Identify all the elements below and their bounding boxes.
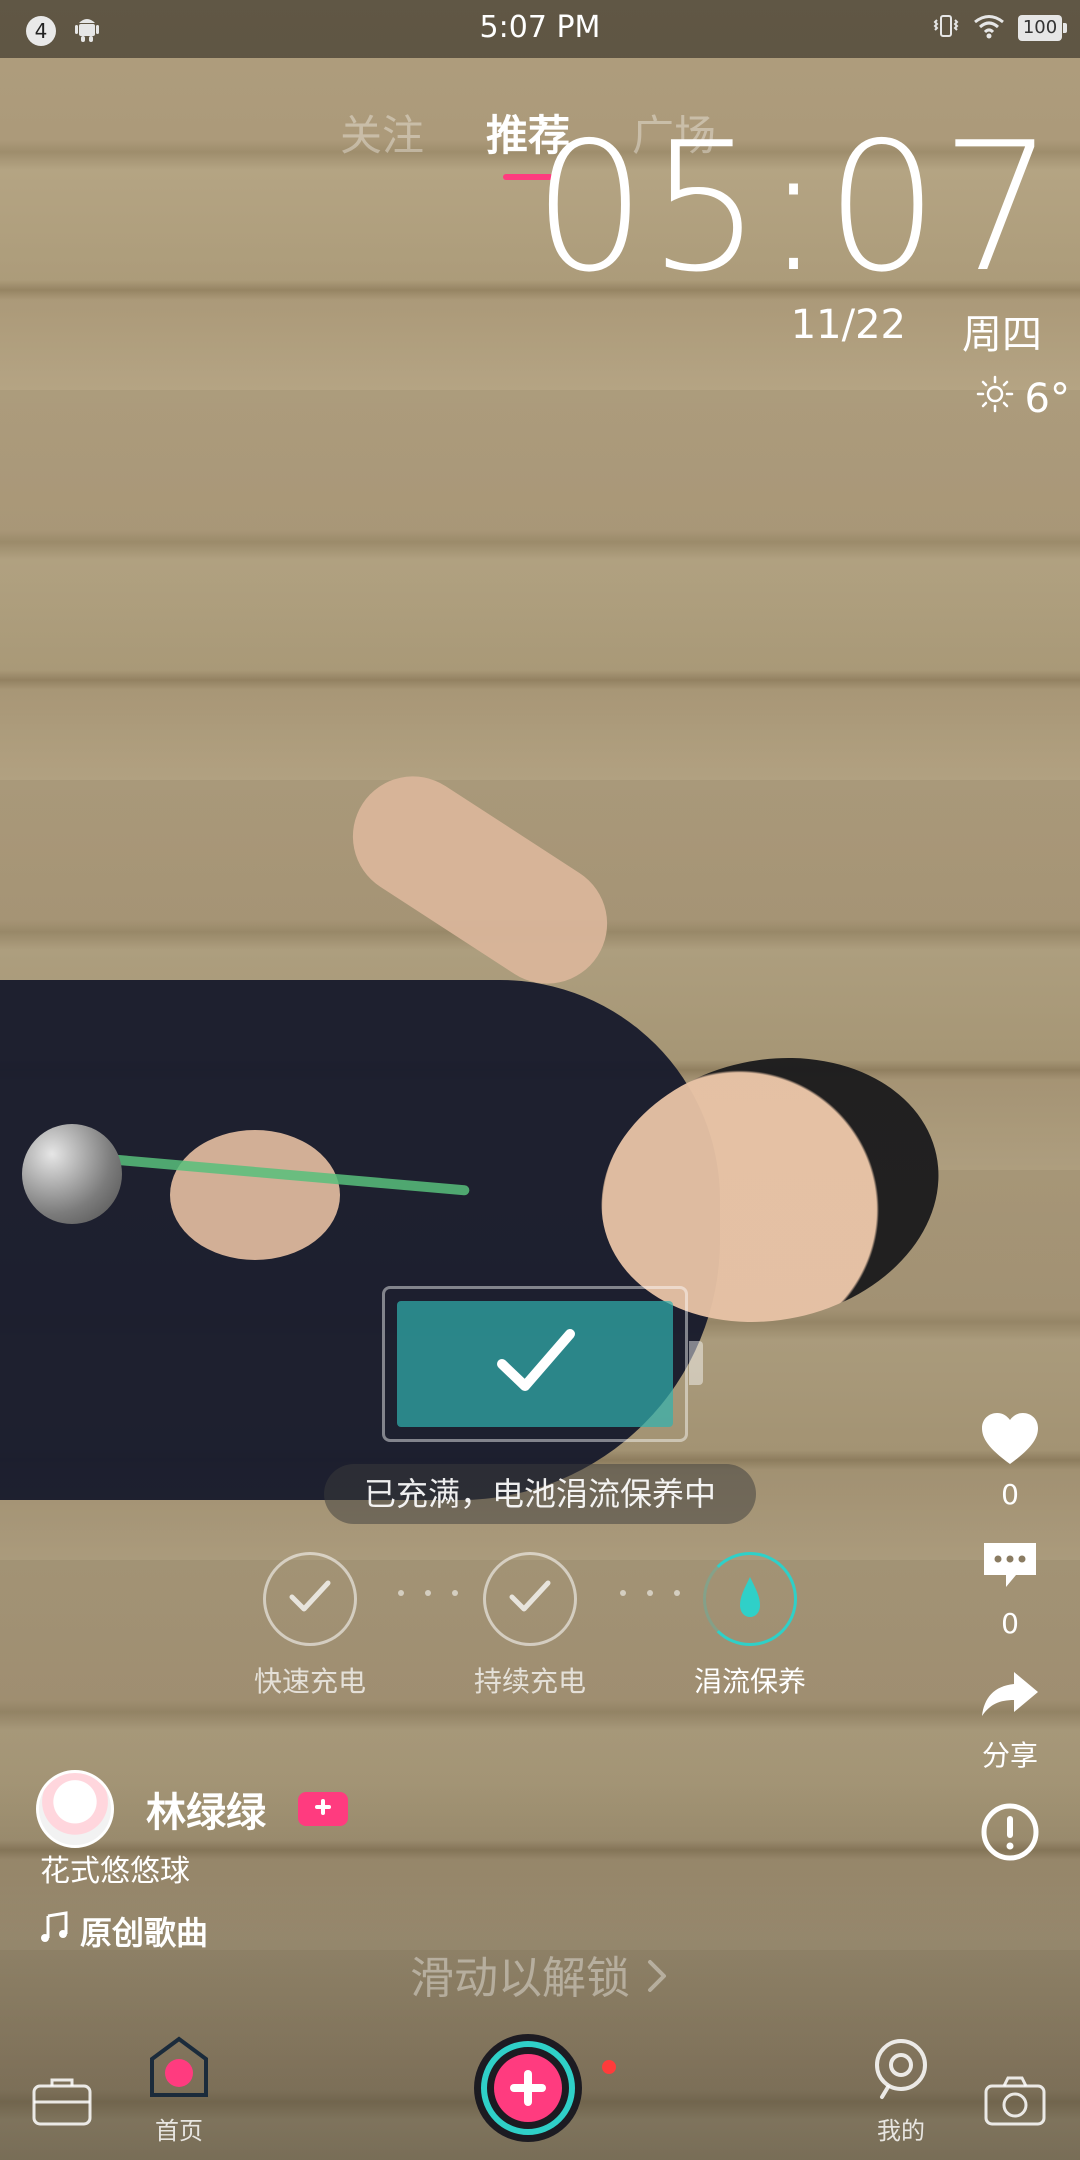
follow-button[interactable]: [298, 1792, 348, 1826]
stage-trickle-maintenance: 涓流保养: [670, 1552, 830, 1700]
home-icon: [146, 2036, 212, 2107]
sun-icon: [975, 374, 1015, 424]
like-action[interactable]: 0: [960, 1410, 1060, 1511]
notification-dot: [602, 2060, 616, 2074]
like-count: 0: [1001, 1478, 1019, 1511]
home-tab[interactable]: 首页: [146, 2035, 212, 2146]
check-icon: [506, 1577, 554, 1621]
tab-following[interactable]: 关注: [340, 102, 424, 163]
post-description: 花式悠悠球: [40, 1854, 190, 1889]
bottom-navigation: 首页 我的: [0, 2030, 1080, 2160]
status-left: 4: [26, 14, 102, 48]
stage-label: 涓流保养: [693, 1665, 806, 1698]
temperature: 6°: [1024, 376, 1070, 422]
lock-clock: 05:07: [533, 104, 1056, 311]
stage-label: 持续充电: [473, 1665, 586, 1698]
heart-icon: [978, 1413, 1042, 1472]
profile-icon: [868, 2039, 934, 2107]
stage-fast-charge: 快速充电: [230, 1552, 390, 1700]
checkmark-icon: [490, 1322, 580, 1406]
status-right: 100: [932, 12, 1067, 44]
status-time: 5:07 PM: [479, 10, 601, 45]
notification-count-badge: 4: [26, 16, 56, 46]
stage-ring: [483, 1552, 577, 1646]
stage-divider-dots: [398, 1590, 458, 1600]
unlock-hint-text: 滑动以解锁: [410, 1953, 630, 2004]
video-figure-hand: [170, 1130, 340, 1260]
stage-ring: [263, 1552, 357, 1646]
comment-action[interactable]: 0: [960, 1537, 1060, 1640]
vibrate-icon: [932, 12, 960, 44]
home-label: 首页: [155, 2117, 203, 2145]
lock-date: 11/22: [790, 302, 906, 348]
exclamation-icon: [978, 1803, 1042, 1868]
author-name[interactable]: 林绿绿: [146, 1780, 266, 1838]
share-arrow-icon: [978, 1672, 1042, 1728]
status-bar: 4 5:07 PM 100: [0, 0, 1080, 58]
android-icon: [72, 14, 102, 48]
battery-cap: [689, 1341, 703, 1385]
stage-ring-active: [703, 1552, 797, 1646]
me-tab[interactable]: 我的: [868, 2035, 934, 2146]
battery-indicator: 100: [1018, 15, 1067, 41]
lock-weather: 6°: [975, 374, 1070, 424]
tab-label: 关注: [340, 111, 425, 160]
charge-status-pill: 已充满，电池涓流保养中: [324, 1464, 756, 1524]
wifi-icon: [972, 12, 1006, 44]
plus-icon: [313, 1797, 333, 1821]
comment-icon: [978, 1543, 1042, 1601]
camera-button[interactable]: [982, 2072, 1048, 2134]
yoyo: [22, 1124, 122, 1224]
create-button[interactable]: [468, 2028, 588, 2154]
create-plus-icon: [468, 2034, 588, 2154]
report-action[interactable]: [960, 1800, 1060, 1868]
side-actions: 0 0 分享: [960, 1410, 1060, 1894]
author-row: 林绿绿: [36, 1770, 348, 1848]
share-action[interactable]: 分享: [960, 1666, 1060, 1774]
lock-date-row: 11/22 周四: [791, 302, 1042, 360]
avatar[interactable]: [36, 1770, 114, 1848]
briefcase-icon: [30, 2078, 94, 2134]
check-icon: [286, 1577, 334, 1621]
me-label: 我的: [877, 2117, 925, 2145]
charging-stages: 快速充电 持续充电 涓流保养: [230, 1552, 830, 1712]
comment-count: 0: [1001, 1607, 1019, 1640]
lock-weekday: 周四: [962, 312, 1042, 358]
battery-fill: [397, 1301, 673, 1427]
droplet-icon: [730, 1573, 770, 1625]
unlock-hint[interactable]: 滑动以解锁: [0, 1942, 1080, 2007]
share-label: 分享: [981, 1739, 1038, 1772]
chevron-right-icon: [644, 1956, 670, 2007]
camera-icon: [982, 2076, 1048, 2134]
stage-continuous-charge: 持续充电: [450, 1552, 610, 1700]
toolbox-button[interactable]: [30, 2074, 94, 2134]
battery-full-graphic: [382, 1286, 703, 1442]
stage-label: 快速充电: [253, 1665, 366, 1698]
